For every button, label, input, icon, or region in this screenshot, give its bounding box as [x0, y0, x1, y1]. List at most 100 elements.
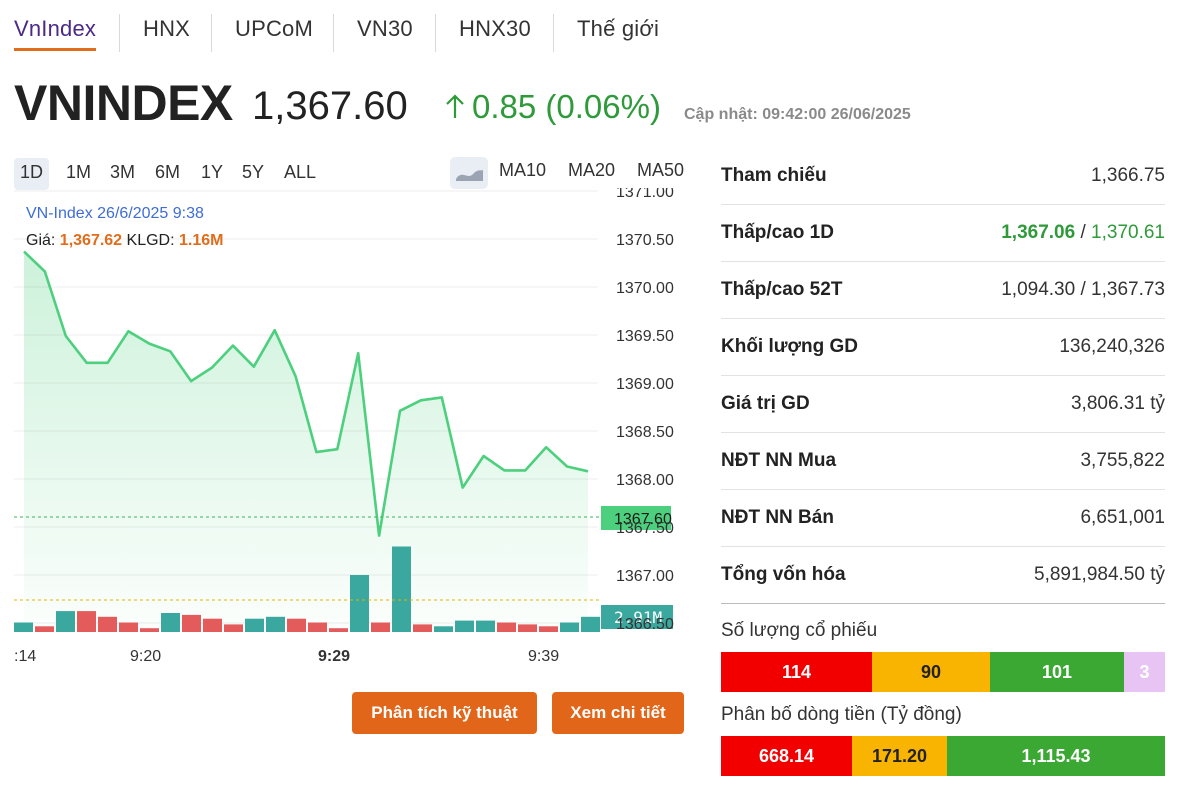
volume-bar: [581, 616, 600, 632]
volume-bar: [245, 618, 264, 632]
tab-upcom[interactable]: UPCoM: [235, 16, 313, 42]
money-flow-down[interactable]: 668.14: [721, 736, 852, 776]
technical-analysis-button[interactable]: Phân tích kỹ thuật: [352, 692, 537, 734]
volume-bar: [77, 611, 96, 632]
tab-hnx[interactable]: HNX: [143, 16, 190, 42]
volume-bar: [287, 618, 306, 632]
x-tick-label: 9:29: [318, 648, 350, 665]
volume-bar: [518, 624, 537, 632]
y-tick-label: 1370.00: [616, 280, 674, 297]
y-tick-label: 1367.00: [616, 568, 674, 585]
money-flow-bar: 668.14 171.20 1,115.43: [721, 736, 1165, 776]
stat-value: 5,891,984.50 tỷ: [1034, 564, 1165, 585]
stock-count-ceiling[interactable]: 3: [1124, 652, 1165, 692]
stock-count-down[interactable]: 114: [721, 652, 872, 692]
range-1y-button[interactable]: 1Y: [195, 158, 229, 190]
stat-label: Thấp/cao 1D: [721, 222, 834, 243]
stat-row-tham-chieu: Tham chiếu 1,366.75: [721, 148, 1165, 205]
price-chart[interactable]: 1367.60 2.91M 1371.00 1370.50 1370.00 1369.5…: [0, 184, 700, 668]
volume-bar: [476, 620, 495, 632]
stat-row-von-hoa: Tổng vốn hóa 5,891,984.50 tỷ: [721, 547, 1165, 604]
low-1d-value: 1,367.06: [1001, 222, 1076, 243]
ma50-toggle[interactable]: MA50: [637, 160, 684, 181]
up-arrow-icon: [446, 94, 464, 118]
range-all-button[interactable]: ALL: [278, 158, 322, 190]
tab-divider: [119, 14, 120, 52]
money-flow-up[interactable]: 1,115.43: [947, 736, 1165, 776]
ma10-toggle[interactable]: MA10: [499, 160, 546, 181]
stat-label: Thấp/cao 52T: [721, 279, 843, 300]
stat-value: 136,240,326: [1059, 336, 1165, 357]
volume-bar: [497, 622, 516, 632]
money-flow-unchanged[interactable]: 171.20: [852, 736, 947, 776]
stock-count-up[interactable]: 101: [990, 652, 1124, 692]
tooltip-price-label: Giá:: [26, 232, 56, 249]
volume-bar: [455, 620, 474, 632]
stat-label: Tổng vốn hóa: [721, 564, 846, 585]
stats-table: Tham chiếu 1,366.75 Thấp/cao 1D 1,367.06…: [721, 148, 1165, 604]
stat-row-khoi-luong: Khối lượng GD 136,240,326: [721, 319, 1165, 376]
y-tick-label: 1368.50: [616, 424, 674, 441]
volume-bar: [350, 575, 369, 632]
range-3m-button[interactable]: 3M: [104, 158, 141, 190]
stat-row-thap-cao-1d: Thấp/cao 1D 1,367.06 / 1,370.61: [721, 205, 1165, 262]
stat-row-ndt-ban: NĐT NN Bán 6,651,001: [721, 490, 1165, 547]
view-detail-button[interactable]: Xem chi tiết: [552, 692, 684, 734]
y-tick-label: 1366.50: [616, 616, 674, 633]
stock-count-unchanged[interactable]: 90: [872, 652, 990, 692]
y-tick-label: 1369.00: [616, 376, 674, 393]
volume-bar: [14, 622, 33, 632]
stat-label: Khối lượng GD: [721, 336, 859, 357]
volume-bar: [161, 613, 180, 632]
stat-row-gia-tri: Giá trị GD 3,806.31 tỷ: [721, 376, 1165, 433]
chart-tooltip-title: VN-Index 26/6/2025 9:38: [26, 205, 204, 222]
active-tab-underline: [14, 48, 96, 51]
volume-bar: [560, 622, 579, 632]
stat-value: 1,367.06 / 1,370.61: [1001, 222, 1165, 244]
volume-bar: [98, 616, 117, 632]
range-1d-button[interactable]: 1D: [14, 158, 50, 190]
volume-bar: [434, 626, 453, 632]
tab-divider: [333, 14, 334, 52]
volume-bar: [140, 628, 159, 632]
stat-value: 1,366.75: [1091, 165, 1165, 186]
market-tabs: VnIndex HNX UPCoM VN30 HNX30 Thế giới: [0, 0, 700, 70]
price-chart-svg: 1367.602.91M 1371.001370.501370.001369.5…: [14, 184, 674, 665]
volume-bar: [308, 622, 327, 632]
volume-bar: [35, 626, 54, 632]
y-tick-label: 1369.50: [616, 328, 674, 345]
stat-value: 3,755,822: [1080, 450, 1165, 471]
chart-tooltip-values: Giá: 1,367.62 KLGD: 1.16M: [26, 232, 223, 250]
index-change: 0.85 (0.06%): [444, 88, 661, 126]
x-tick-label: 9:20: [130, 648, 161, 665]
stat-value: 3,806.31 tỷ: [1070, 393, 1165, 414]
chart-style-toggle[interactable]: [450, 157, 488, 189]
volume-bar: [539, 626, 558, 632]
y-tick-label: 1368.00: [616, 472, 674, 489]
stat-label: NĐT NN Bán: [721, 507, 834, 528]
volume-bar: [119, 622, 138, 632]
volume-bar: [329, 628, 348, 632]
stock-count-title: Số lượng cổ phiếu: [721, 620, 878, 641]
index-change-value: 0.85 (0.06%): [472, 88, 661, 125]
volume-bar: [182, 614, 201, 632]
range-5y-button[interactable]: 5Y: [236, 158, 270, 190]
y-tick-label: 1371.00: [616, 188, 674, 201]
stat-label: Tham chiếu: [721, 165, 827, 186]
volume-bar: [56, 611, 75, 632]
y-tick-label: 1367.50: [616, 520, 674, 537]
tab-divider: [435, 14, 436, 52]
tab-divider: [553, 14, 554, 52]
y-tick-label: 1370.50: [616, 232, 674, 249]
tab-vnindex[interactable]: VnIndex: [14, 16, 96, 42]
range-6m-button[interactable]: 6M: [149, 158, 186, 190]
update-time: Cập nhật: 09:42:00 26/06/2025: [684, 106, 911, 123]
ma20-toggle[interactable]: MA20: [568, 160, 615, 181]
stat-row-ndt-mua: NĐT NN Mua 3,755,822: [721, 433, 1165, 490]
tab-vn30[interactable]: VN30: [357, 16, 413, 42]
tab-the-gioi[interactable]: Thế giới: [577, 16, 659, 42]
volume-bar: [266, 616, 285, 632]
x-tick-label: :14: [14, 648, 36, 665]
range-1m-button[interactable]: 1M: [60, 158, 97, 190]
tab-hnx30[interactable]: HNX30: [459, 16, 531, 42]
